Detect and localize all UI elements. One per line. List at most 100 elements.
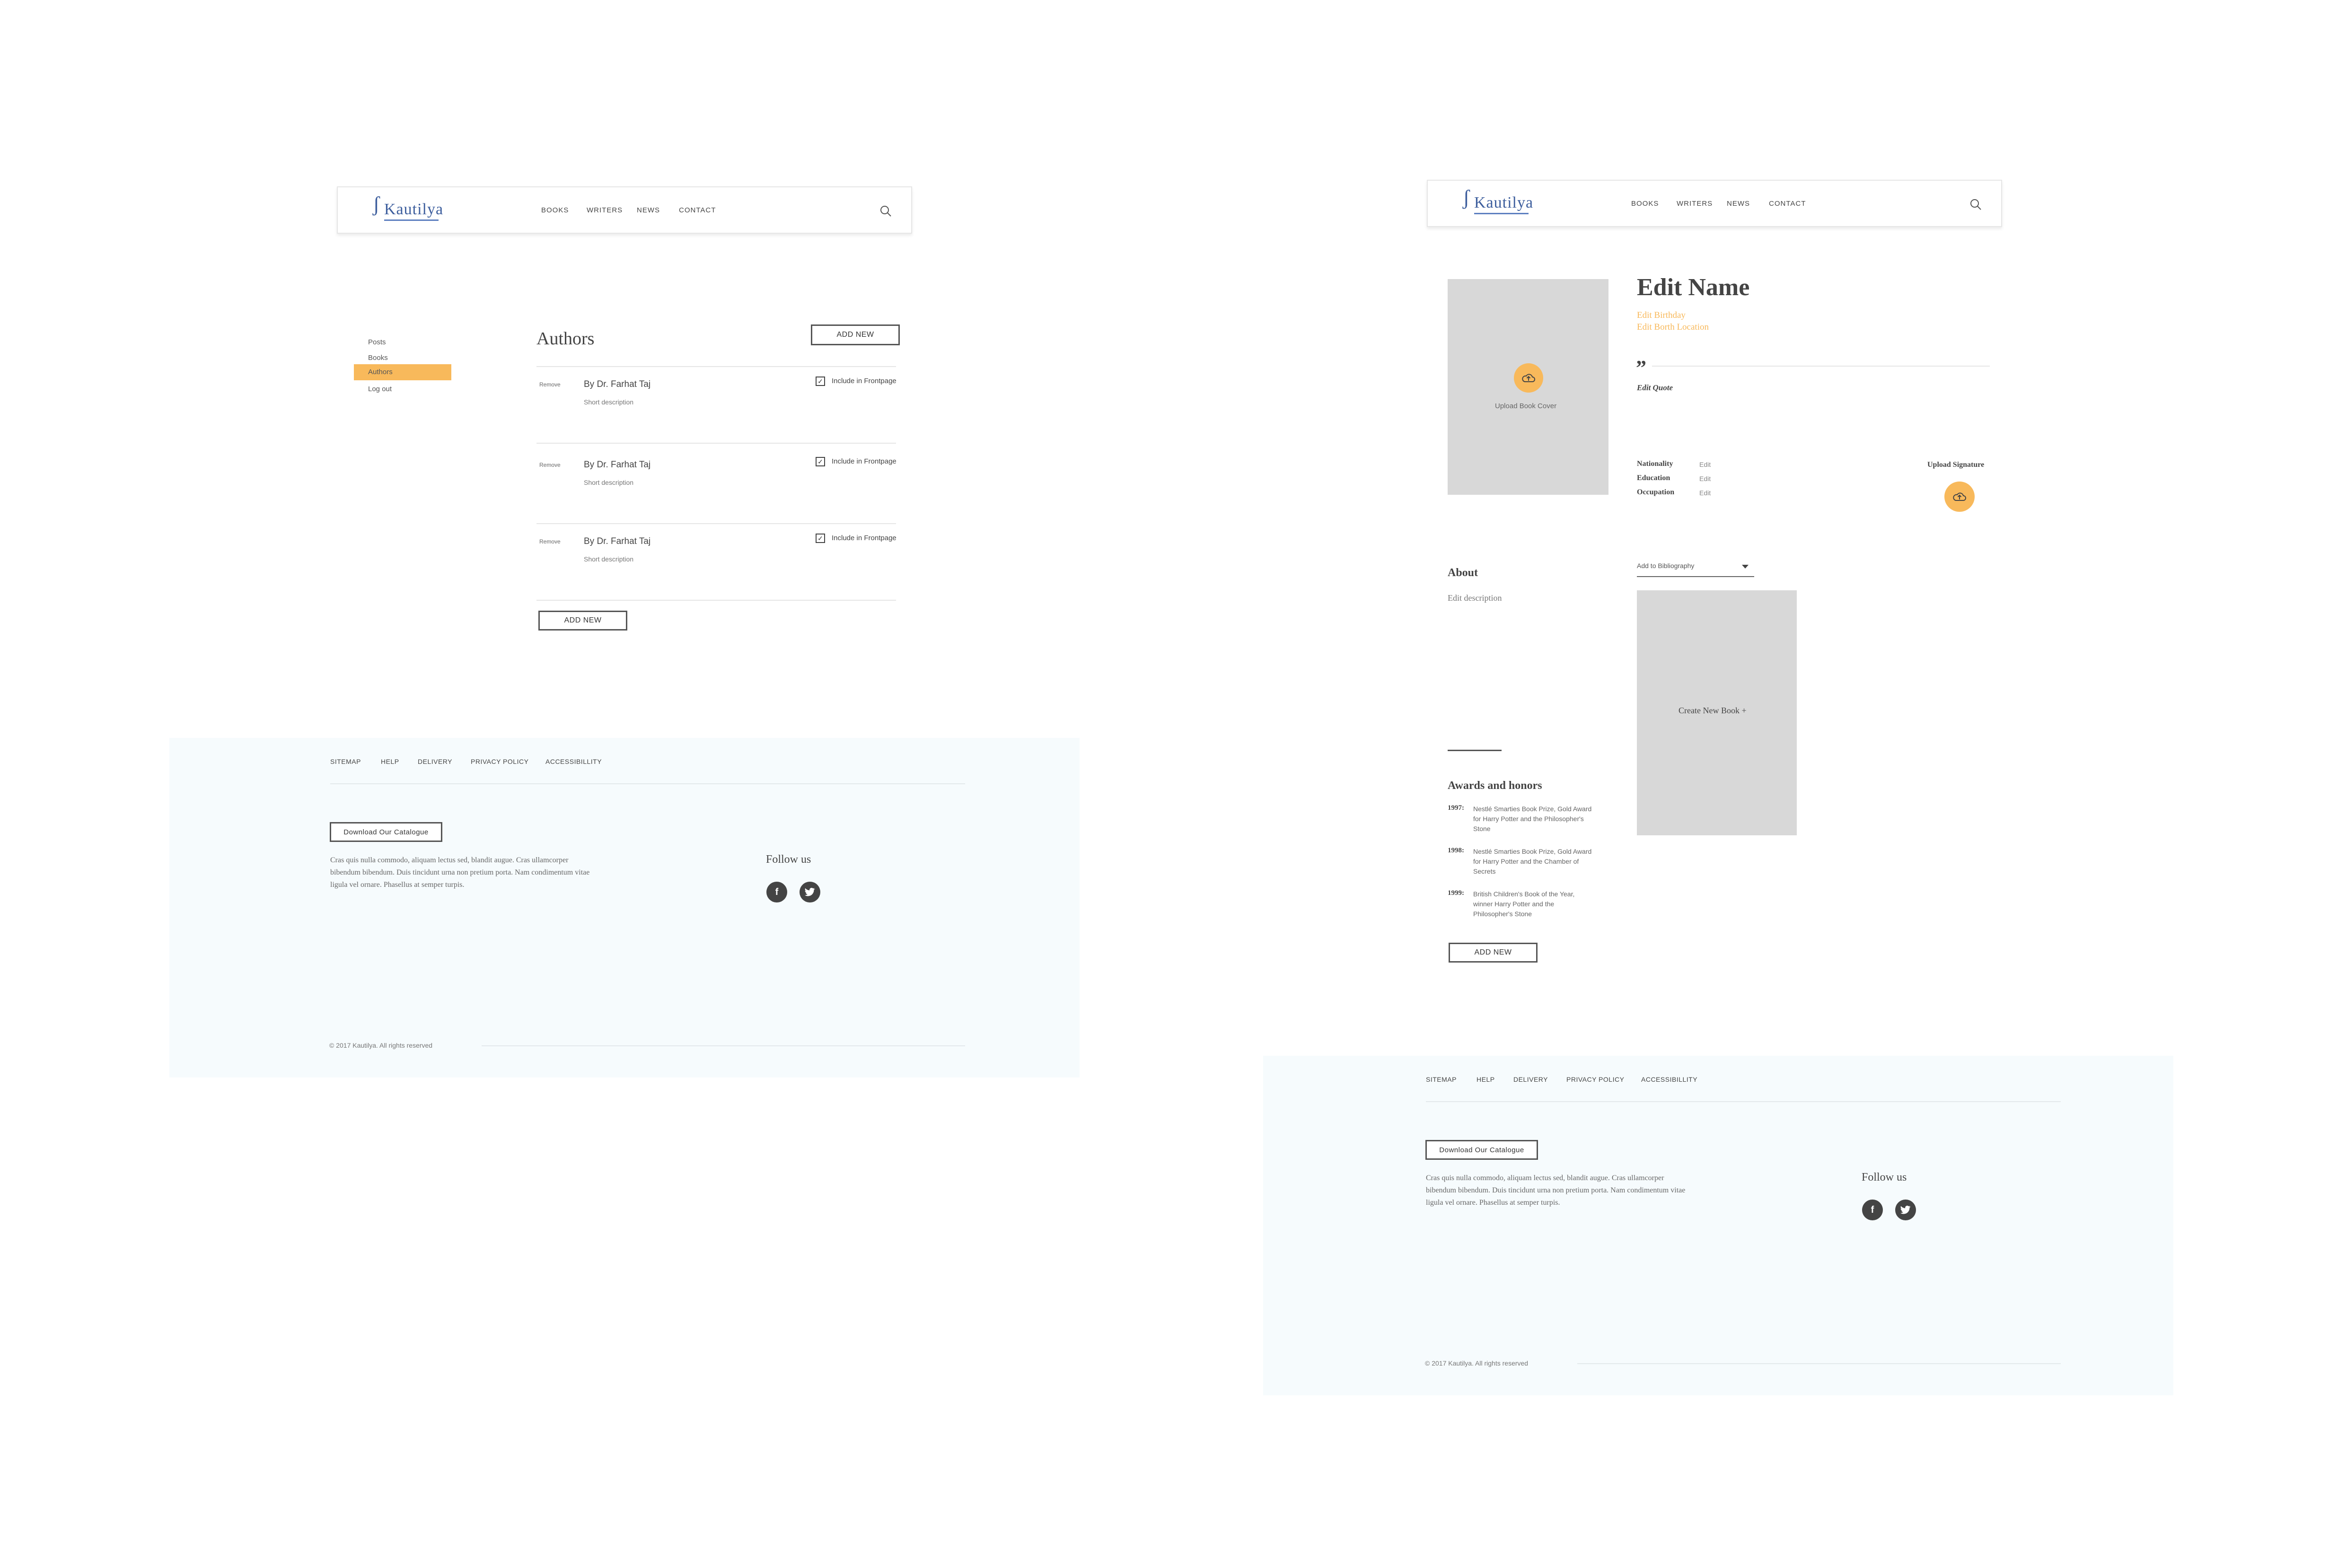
upload-signature-label: Upload Signature (1927, 461, 1985, 469)
remove-link[interactable]: Remove (539, 381, 561, 388)
logo-underline (384, 219, 439, 221)
quote-icon: ” (1636, 356, 1646, 379)
include-frontpage-label: Include in Frontpage (832, 457, 896, 465)
footer-text: Cras quis nulla commodo, aliquam lectus … (330, 854, 661, 891)
footer-link-sitemap[interactable]: SITEMAP (330, 758, 361, 765)
page-title: Authors (536, 329, 595, 349)
author-short-description: Short description (584, 398, 634, 406)
nav-writers[interactable]: WRITERS (587, 206, 623, 214)
award-line: Nestlé Smarties Book Prize, Gold Award (1473, 805, 1592, 813)
twitter-icon[interactable] (1895, 1200, 1916, 1220)
birth-location-field[interactable]: Edit Borth Location (1637, 322, 1709, 333)
birthday-field[interactable]: Edit Birthday (1637, 310, 1686, 321)
footer-link-sitemap[interactable]: SITEMAP (1426, 1076, 1457, 1083)
awards-heading: Awards and honors (1448, 780, 1542, 792)
upload-icon[interactable] (1514, 363, 1543, 393)
award-line: for Harry Potter and the Philosopher's (1473, 815, 1584, 823)
follow-us-heading: Follow us (766, 853, 811, 866)
award-line: Philosopher's Stone (1473, 910, 1532, 918)
include-frontpage-label: Include in Frontpage (832, 377, 896, 385)
bibliography-select[interactable]: Add to Bibliography (1637, 560, 1754, 577)
award-year: 1999: (1448, 889, 1464, 897)
sidebar-item-label: Authors (368, 368, 393, 376)
about-description-field[interactable]: Edit description (1448, 593, 1502, 603)
facebook-icon[interactable]: f (766, 882, 787, 902)
include-frontpage-label: Include in Frontpage (832, 534, 896, 542)
nav-books[interactable]: BOOKS (1631, 200, 1659, 208)
follow-us-heading: Follow us (1862, 1171, 1907, 1183)
checkbox-checked-icon[interactable]: ✓ (816, 457, 825, 466)
nav-contact[interactable]: CONTACT (1769, 200, 1806, 208)
brand-logo[interactable]: Kautilya (384, 201, 443, 219)
facebook-icon[interactable]: f (1862, 1200, 1883, 1220)
footer-link-accessibility[interactable]: ACCESSIBILLITY (1641, 1076, 1697, 1083)
field-row: Occupation Edit (1637, 488, 1760, 502)
download-catalogue-button[interactable]: Download Our Catalogue (330, 822, 442, 842)
footer-divider (1426, 1101, 2061, 1102)
sidebar-item-books[interactable]: Books (368, 354, 388, 362)
award-text: British Children's Book of the Year, win… (1473, 889, 1610, 919)
quote-divider (1652, 366, 1990, 367)
twitter-icon[interactable] (800, 882, 820, 902)
create-new-book-card[interactable]: Create New Book + (1637, 590, 1797, 835)
footer-divider-bottom (482, 1045, 965, 1046)
award-line: British Children's Book of the Year, (1473, 890, 1575, 898)
nationality-label: Nationality (1637, 460, 1673, 468)
nav-contact[interactable]: CONTACT (679, 206, 716, 214)
nav-books[interactable]: BOOKS (541, 206, 569, 214)
brand-logo[interactable]: Kautilya (1474, 194, 1533, 212)
author-name: By Dr. Farhat Taj (584, 379, 651, 389)
logo-mark-icon: ʃ (373, 193, 380, 216)
award-year: 1997: (1448, 804, 1464, 812)
nationality-edit[interactable]: Edit (1699, 461, 1711, 468)
footer-divider (330, 783, 965, 784)
footer-link-delivery[interactable]: DELIVERY (1513, 1076, 1548, 1083)
award-year: 1998: (1448, 847, 1464, 854)
author-name: By Dr. Farhat Taj (584, 460, 651, 470)
logo-underline (1474, 213, 1529, 214)
occupation-label: Occupation (1637, 488, 1675, 496)
sidebar-item-posts[interactable]: Posts (368, 338, 386, 346)
education-edit[interactable]: Edit (1699, 475, 1711, 482)
quote-field[interactable]: Edit Quote (1637, 383, 1673, 393)
copyright: © 2017 Kautilya. All rights reserved (329, 1042, 433, 1049)
field-row: Education Edit (1637, 474, 1760, 488)
sidebar-item-authors[interactable]: Authors (354, 364, 451, 380)
footer-divider-bottom (1577, 1363, 2061, 1364)
checkbox-checked-icon[interactable]: ✓ (816, 534, 825, 543)
award-line: winner Harry Potter and the (1473, 900, 1555, 908)
footer-link-help[interactable]: HELP (381, 758, 399, 765)
search-icon[interactable] (1969, 198, 1982, 210)
author-name: By Dr. Farhat Taj (584, 536, 651, 546)
award-line: Nestlé Smarties Book Prize, Gold Award (1473, 848, 1592, 855)
footer-text-line: Cras quis nulla commodo, aliquam lectus … (330, 856, 569, 864)
remove-link[interactable]: Remove (539, 462, 561, 468)
upload-signature-icon[interactable] (1944, 482, 1975, 512)
footer-link-accessibility[interactable]: ACCESSIBILLITY (545, 758, 602, 765)
footer-link-privacy[interactable]: PRIVACY POLICY (471, 758, 528, 765)
add-new-button[interactable]: ADD NEW (811, 324, 900, 345)
footer-text-line: bibendum bibendum. Duis tincidunt urna n… (1426, 1186, 1686, 1194)
checkbox-checked-icon[interactable]: ✓ (816, 377, 825, 386)
sidebar-item-logout[interactable]: Log out (368, 385, 392, 393)
author-name-field[interactable]: Edit Name (1637, 273, 1749, 301)
nav-news[interactable]: NEWS (637, 206, 660, 214)
footer-link-privacy[interactable]: PRIVACY POLICY (1566, 1076, 1624, 1083)
footer-link-help[interactable]: HELP (1476, 1076, 1495, 1083)
remove-link[interactable]: Remove (539, 538, 561, 545)
logo-mark-icon: ʃ (1463, 186, 1470, 209)
occupation-edit[interactable]: Edit (1699, 489, 1711, 497)
footer-text-line: ligula vel ornare. Phasellus at semper t… (330, 881, 465, 889)
add-new-bottom-button[interactable]: ADD NEW (538, 611, 627, 631)
book-cover-upload-area[interactable]: Upload Book Cover (1448, 279, 1608, 495)
nav-news[interactable]: NEWS (1727, 200, 1750, 208)
footer-link-delivery[interactable]: DELIVERY (418, 758, 452, 765)
nav-writers[interactable]: WRITERS (1677, 200, 1713, 208)
search-icon[interactable] (879, 205, 892, 217)
add-award-button[interactable]: ADD NEW (1449, 943, 1538, 963)
download-catalogue-button[interactable]: Download Our Catalogue (1425, 1140, 1538, 1160)
award-line: for Harry Potter and the Chamber of (1473, 858, 1579, 865)
award-line: Secrets (1473, 867, 1496, 875)
site-header-editor: ʃ Kautilya BOOKS WRITERS NEWS CONTACT (1427, 180, 2002, 227)
about-heading: About (1448, 567, 1478, 579)
